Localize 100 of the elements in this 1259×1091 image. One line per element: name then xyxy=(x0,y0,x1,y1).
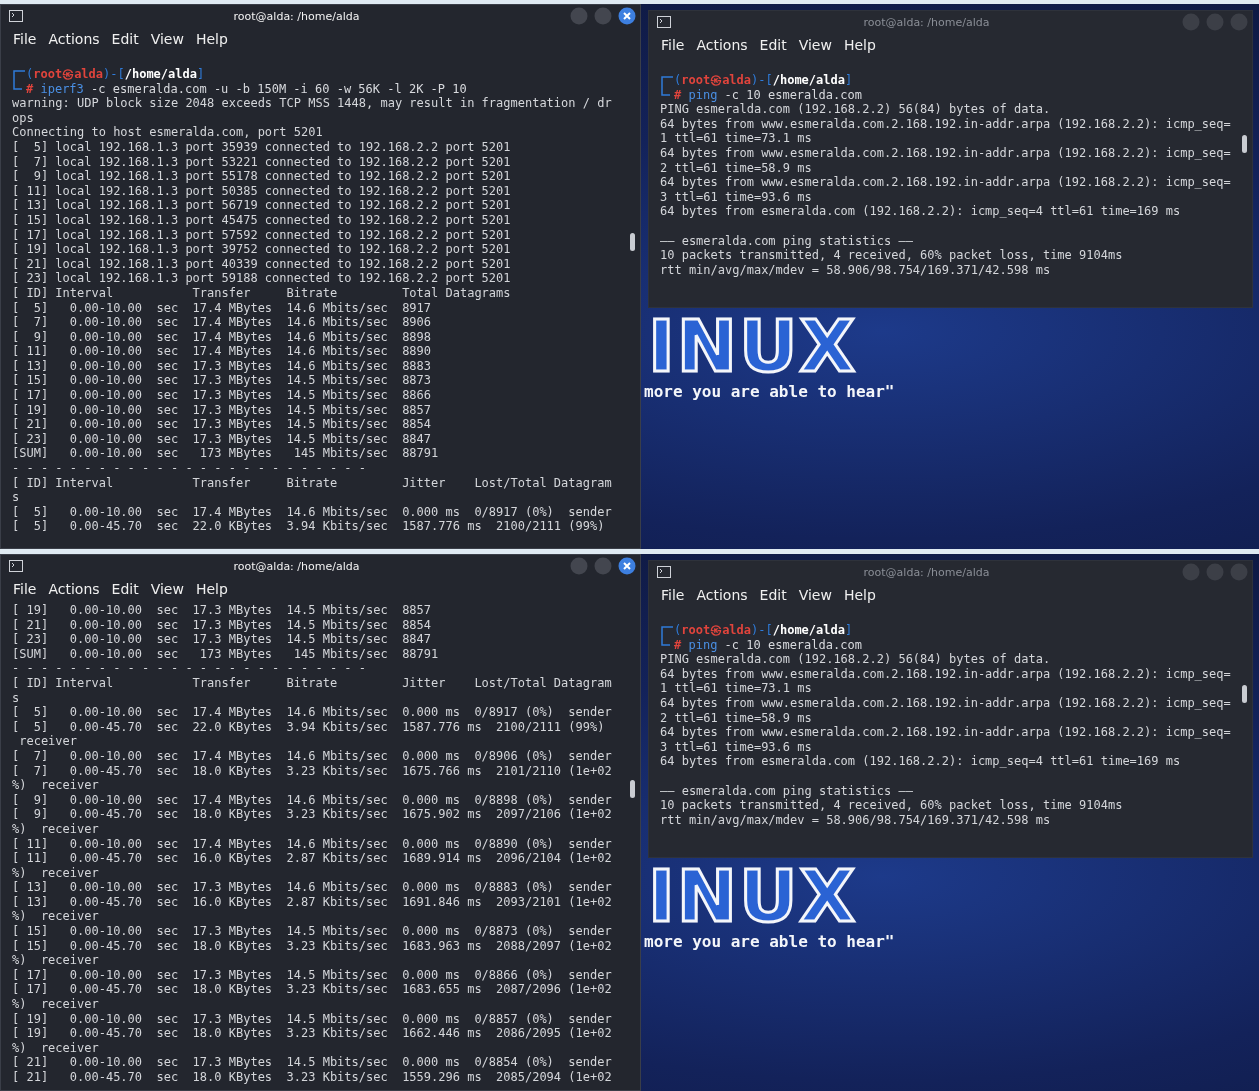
command-line: # iperf3 -c esmeralda.com -u -b 150M -i 60 -w 56K -l 2K -P 10 xyxy=(26,81,467,97)
terminal-output-line: s xyxy=(12,490,21,505)
terminal-output-line: [ 19] 0.00-10.00 sec 17.3 MBytes 14.5 Mbits/sec 0.000 ms 0/8857 (0%) sender xyxy=(12,1011,613,1027)
close-button[interactable] xyxy=(618,7,636,25)
command-line: # ping -c 10 esmeralda.com xyxy=(674,637,862,653)
terminal-icon xyxy=(9,10,23,22)
menu-item[interactable]: Edit xyxy=(759,587,787,603)
terminal-output-line: 3 ttl=61 time=93.6 ms xyxy=(660,189,813,205)
window-title: root@alda: /home/alda xyxy=(232,9,361,23)
terminal-output-line: [SUM] 0.00-10.00 sec 173 MBytes 145 Mbits/sec 88791 xyxy=(12,446,440,462)
terminal-output-line: [ 15] 0.00-45.70 sec 18.0 KBytes 3.23 Kbits/sec 1683.963 ms 2088/2097 (1e+02 xyxy=(12,938,613,954)
wallpaper-logo: INUX xyxy=(648,310,858,383)
scrollbar-thumb[interactable] xyxy=(630,233,635,252)
menu-item[interactable]: Actions xyxy=(696,37,748,53)
menu-item[interactable]: File xyxy=(661,37,685,53)
terminal-output-line: [ 11] 0.00-45.70 sec 16.0 KBytes 2.87 Kbits/sec 1689.914 ms 2096/2104 (1e+02 xyxy=(12,851,613,866)
terminal-output-line: 3 ttl=61 time=93.6 ms xyxy=(660,739,813,755)
terminal-output-line: [ 7] 0.00-45.70 sec 18.0 KBytes 3.23 Kbits/sec 1675.766 ms 2101/2110 (1e+02 xyxy=(12,763,613,779)
terminal-output-line: [ 17] local 192.168.1.3 port 57592 connected to 192.168.2.2 port 5201 xyxy=(12,227,512,243)
terminal-output-line: 10 packets transmitted, 4 received, 60% packet loss, time 9104ms xyxy=(660,248,1124,263)
terminal-output-line: 2 ttl=61 time=58.9 ms xyxy=(660,160,813,176)
menu-item[interactable]: Edit xyxy=(111,31,139,47)
terminal-output-line: [ 7] 0.00-10.00 sec 17.4 MBytes 14.6 Mbits/sec 0.000 ms 0/8906 (0%) sender xyxy=(12,748,613,764)
terminal-output-line: —— esmeralda.com ping statistics —— xyxy=(660,233,914,249)
menu-item[interactable]: Help xyxy=(843,587,876,603)
terminal-output-line: [ 15] local 192.168.1.3 port 45475 connected to 192.168.2.2 port 5201 xyxy=(12,212,512,228)
scrollbar-thumb[interactable] xyxy=(1242,685,1247,704)
terminal-icon xyxy=(657,566,671,578)
terminal-output-line: 10 packets transmitted, 4 received, 60% packet loss, time 9104ms xyxy=(660,798,1124,813)
terminal-output-line: 2 ttl=61 time=58.9 ms xyxy=(660,710,813,726)
terminal-output-line: [ 19] local 192.168.1.3 port 39752 connected to 192.168.2.2 port 5201 xyxy=(12,242,512,257)
terminal-output-line: [ ID] Interval Transfer Bitrate Jitter Lost/Total Datagram xyxy=(12,475,613,491)
terminal-output-line: [ 19] 0.00-10.00 sec 17.3 MBytes 14.5 Mbits/sec 8857 xyxy=(12,603,433,618)
terminal-output-line: [ 5] 0.00-10.00 sec 17.4 MBytes 14.6 Mbits/sec 8917 xyxy=(12,300,433,316)
scrollbar-thumb[interactable] xyxy=(630,779,635,798)
menu-item[interactable]: Actions xyxy=(48,581,100,597)
prompt-line: (root㉿alda)-[/home/alda] xyxy=(26,67,206,82)
terminal-output-line: rtt min/avg/max/mdev = 58.906/98.754/169.371/42.598 ms xyxy=(660,812,1052,828)
terminal-output-line: %) receiver xyxy=(12,778,100,793)
prompt-line: (root㉿alda)-[/home/alda] xyxy=(674,73,854,88)
terminal-output-line: [ 9] 0.00-45.70 sec 18.0 KBytes 3.23 Kbits/sec 1675.902 ms 2097/2106 (1e+02 xyxy=(12,807,613,822)
terminal-output-line: —— esmeralda.com ping statistics —— xyxy=(660,783,914,799)
maximize-button[interactable] xyxy=(594,557,612,575)
terminal-output-line: [ 5] 0.00-45.70 sec 22.0 KBytes 3.94 Kbits/sec 1587.776 ms 2100/2111 (99%) xyxy=(12,519,606,534)
terminal-output-line: %) receiver xyxy=(12,865,100,881)
terminal-icon xyxy=(9,560,23,572)
terminal-output-line: Connecting to host esmeralda.com, port 5201 xyxy=(12,125,324,140)
terminal-output-line: %) receiver xyxy=(12,953,100,968)
menu-item[interactable]: File xyxy=(13,31,37,47)
terminal-output-line: %) receiver xyxy=(12,997,100,1012)
menu-item[interactable]: View xyxy=(150,581,184,597)
menu-item[interactable]: Help xyxy=(843,37,876,53)
terminal-output-line: rtt min/avg/max/mdev = 58.906/98.754/169.371/42.598 ms xyxy=(660,262,1052,278)
terminal-output-line: [ 11] local 192.168.1.3 port 50385 connected to 192.168.2.2 port 5201 xyxy=(12,183,512,199)
terminal-output-line: [ 7] 0.00-10.00 sec 17.4 MBytes 14.6 Mbits/sec 8906 xyxy=(12,315,433,330)
menu-item[interactable]: Help xyxy=(195,31,228,47)
minimize-button[interactable] xyxy=(570,557,588,575)
terminal-output-line: ops xyxy=(12,110,35,126)
terminal-output-line: warning: UDP block size 2048 exceeds TCP MSS 1448, may result in fragmentation / dr xyxy=(12,96,613,111)
minimize-button[interactable] xyxy=(570,7,588,25)
terminal-output-line: [ 23] 0.00-10.00 sec 17.3 MBytes 14.5 Mbits/sec 8847 xyxy=(12,632,433,647)
terminal-output-line: [ 11] 0.00-10.00 sec 17.4 MBytes 14.6 Mbits/sec 8890 xyxy=(12,344,433,359)
terminal-output-line: [ 19] 0.00-10.00 sec 17.3 MBytes 14.5 Mbits/sec 8857 xyxy=(12,402,433,418)
menu-item[interactable]: View xyxy=(798,587,832,603)
terminal-output-line: receiver xyxy=(18,734,79,749)
terminal-output-line: [ 13] 0.00-10.00 sec 17.3 MBytes 14.6 Mbits/sec 0.000 ms 0/8883 (0%) sender xyxy=(12,880,613,895)
menu-item[interactable]: Help xyxy=(195,581,228,597)
menu-item[interactable]: File xyxy=(13,581,37,597)
scrollbar-thumb[interactable] xyxy=(1242,135,1247,154)
terminal-output-line: s xyxy=(12,690,21,706)
prompt-corner-icon xyxy=(660,73,674,99)
terminal-output-line: [ 13] local 192.168.1.3 port 56719 connected to 192.168.2.2 port 5201 xyxy=(12,198,512,213)
terminal-output-line: [ ID] Interval Transfer Bitrate Total Datagrams xyxy=(12,285,512,301)
wallpaper-logo: INUX xyxy=(648,860,858,933)
wallpaper-tagline: more you are able to hear" xyxy=(644,932,895,952)
terminal-output-line: %) receiver xyxy=(12,909,100,925)
close-button[interactable] xyxy=(618,557,636,575)
menu-item[interactable]: Edit xyxy=(759,37,787,53)
menu-item[interactable]: Actions xyxy=(48,31,100,47)
terminal-output-line: [ 15] 0.00-10.00 sec 17.3 MBytes 14.5 Mbits/sec 8873 xyxy=(12,373,433,389)
terminal-output-line: [ 11] 0.00-10.00 sec 17.4 MBytes 14.6 Mbits/sec 0.000 ms 0/8890 (0%) sender xyxy=(12,836,613,852)
terminal-output-line: [ 17] 0.00-10.00 sec 17.3 MBytes 14.5 Mbits/sec 0.000 ms 0/8866 (0%) sender xyxy=(12,967,613,983)
terminal-output-line: [ ID] Interval Transfer Bitrate Jitter Lost/Total Datagram xyxy=(12,675,613,691)
menu-item[interactable]: View xyxy=(798,37,832,53)
menu-item[interactable]: Edit xyxy=(111,581,139,597)
terminal-output-line: %) receiver xyxy=(12,1040,100,1056)
menu-item[interactable]: Actions xyxy=(696,587,748,603)
terminal-output-line: [ 19] 0.00-45.70 sec 18.0 KBytes 3.23 Kbits/sec 1662.446 ms 2086/2095 (1e+02 xyxy=(12,1026,613,1041)
terminal-output-line: - - - - - - - - - - - - - - - - - - - - - - - - - xyxy=(12,661,367,676)
prompt-corner-icon xyxy=(660,623,674,649)
terminal-output-line: [ 15] 0.00-10.00 sec 17.3 MBytes 14.5 Mbits/sec 0.000 ms 0/8873 (0%) sender xyxy=(12,924,613,939)
terminal-output-line: %) receiver xyxy=(12,821,100,837)
terminal-output-line: [ 21] local 192.168.1.3 port 40339 connected to 192.168.2.2 port 5201 xyxy=(12,256,512,272)
maximize-button[interactable] xyxy=(594,7,612,25)
menu-item[interactable]: File xyxy=(661,587,685,603)
menu-item[interactable]: View xyxy=(150,31,184,47)
terminal-output-line: 64 bytes from esmeralda.com (192.168.2.2): icmp_seq=4 ttl=61 time=169 ms xyxy=(660,754,1182,769)
terminal-output-line: - - - - - - - - - - - - - - - - - - - - - - - - - xyxy=(12,461,367,476)
prompt-line: (root㉿alda)-[/home/alda] xyxy=(674,623,854,638)
terminal-output-line: [ 17] 0.00-45.70 sec 18.0 KBytes 3.23 Kbits/sec 1683.655 ms 2087/2096 (1e+02 xyxy=(12,982,613,998)
